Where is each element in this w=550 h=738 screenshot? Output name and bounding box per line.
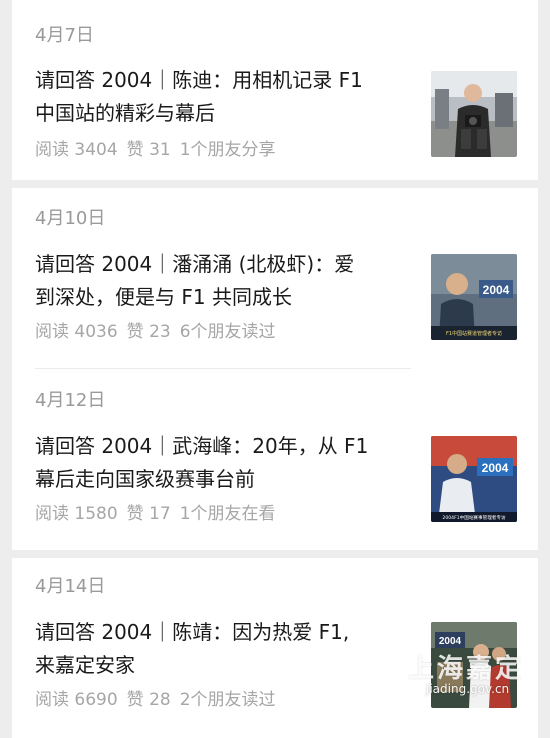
group-photo-icon: 2004 bbox=[431, 622, 517, 708]
read-count: 阅读 4036 bbox=[35, 322, 118, 342]
article-thumbnail[interactable]: 2004 F1中国站赛道管理者专访 bbox=[431, 254, 517, 340]
date-header: 4月14日 bbox=[35, 576, 106, 597]
like-count: 赞 23 bbox=[126, 322, 171, 342]
like-count: 赞 17 bbox=[126, 504, 171, 524]
portrait-photo-icon: 2004 2004F1中国站赛事管理者专访 bbox=[431, 436, 517, 522]
article-title-3[interactable]: 请回答 2004｜武海峰：20年，从 F1 幕后走向国家级赛事台前 bbox=[35, 430, 405, 496]
article-thumbnail[interactable]: 2004 bbox=[431, 622, 517, 708]
title-line: 请回答 2004｜武海峰：20年，从 F1 bbox=[35, 434, 369, 458]
article-stats: 阅读 4036 赞 23 6个朋友读过 bbox=[35, 321, 285, 343]
article-stats: 阅读 6690 赞 28 2个朋友读过 bbox=[35, 689, 285, 711]
article-title-2[interactable]: 请回答 2004｜潘涌涌 (北极虾)：爱 到深处，便是与 F1 共同成长 bbox=[35, 248, 405, 314]
article-card-4: 4月14日 请回答 2004｜陈靖：因为热爱 F1, 来嘉定安家 阅读 6690… bbox=[12, 558, 538, 738]
article-title-1[interactable]: 请回答 2004｜陈迪：用相机记录 F1 中国站的精彩与幕后 bbox=[35, 64, 405, 130]
thumb-badge: 2004 bbox=[439, 636, 462, 647]
title-line: 请回答 2004｜潘涌涌 (北极虾)：爱 bbox=[35, 252, 355, 276]
read-count: 阅读 6690 bbox=[35, 690, 118, 710]
read-count: 阅读 1580 bbox=[35, 504, 118, 524]
article-thumbnail[interactable]: 2004 2004F1中国站赛事管理者专访 bbox=[431, 436, 517, 522]
title-line: 请回答 2004｜陈迪：用相机记录 F1 bbox=[35, 68, 363, 92]
friends-info: 1个朋友分享 bbox=[179, 140, 276, 160]
article-stats: 阅读 1580 赞 17 1个朋友在看 bbox=[35, 503, 285, 525]
friends-info: 1个朋友在看 bbox=[179, 504, 276, 524]
friends-info: 6个朋友读过 bbox=[179, 322, 276, 342]
article-card-2: 4月10日 请回答 2004｜潘涌涌 (北极虾)：爱 到深处，便是与 F1 共同… bbox=[12, 188, 538, 550]
title-line: 中国站的精彩与幕后 bbox=[35, 101, 215, 125]
article-title-4[interactable]: 请回答 2004｜陈靖：因为热爱 F1, 来嘉定安家 bbox=[35, 616, 405, 682]
title-line: 幕后走向国家级赛事台前 bbox=[35, 467, 255, 491]
read-count: 阅读 3404 bbox=[35, 140, 118, 160]
photographer-photo-icon bbox=[431, 71, 517, 157]
article-card-1: 4月7日 请回答 2004｜陈迪：用相机记录 F1 中国站的精彩与幕后 阅读 3… bbox=[12, 0, 538, 180]
date-header: 4月7日 bbox=[35, 25, 94, 46]
article-thumbnail[interactable] bbox=[431, 71, 517, 157]
thumb-caption: F1中国站赛道管理者专访 bbox=[446, 330, 502, 337]
title-line: 来嘉定安家 bbox=[35, 653, 135, 677]
portrait-photo-icon: 2004 F1中国站赛道管理者专访 bbox=[431, 254, 517, 340]
article-stats: 阅读 3404 赞 31 1个朋友分享 bbox=[35, 139, 285, 161]
like-count: 赞 31 bbox=[126, 140, 171, 160]
title-line: 请回答 2004｜陈靖：因为热爱 F1, bbox=[35, 620, 350, 644]
thumb-caption: 2004F1中国站赛事管理者专访 bbox=[442, 514, 506, 521]
divider bbox=[35, 368, 411, 369]
thumb-badge: 2004 bbox=[483, 283, 510, 297]
thumb-badge: 2004 bbox=[482, 461, 509, 475]
like-count: 赞 28 bbox=[126, 690, 171, 710]
title-line: 到深处，便是与 F1 共同成长 bbox=[35, 285, 292, 309]
friends-info: 2个朋友读过 bbox=[179, 690, 276, 710]
date-header: 4月10日 bbox=[35, 208, 106, 229]
date-header: 4月12日 bbox=[35, 390, 106, 411]
